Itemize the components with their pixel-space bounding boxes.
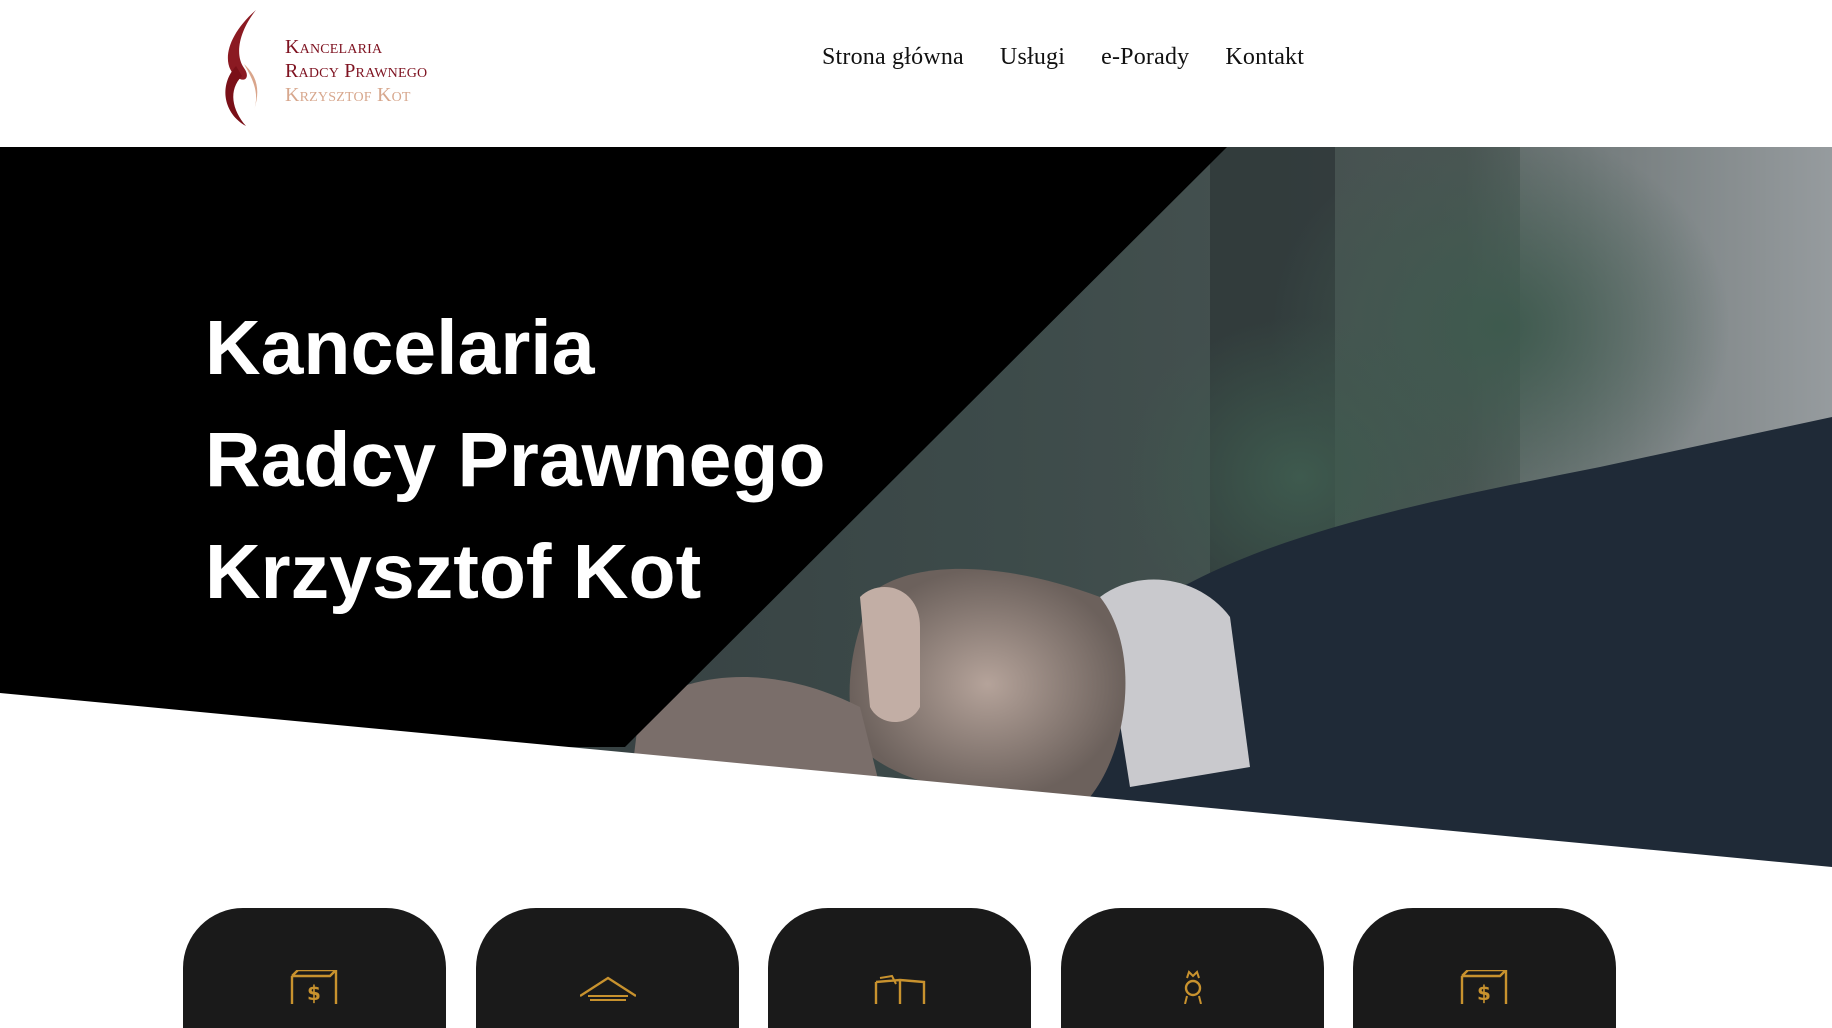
site-header: Kancelaria Radcy Prawnego Krzysztof Kot …	[0, 0, 1832, 147]
logo-line-2: Radcy Prawnego	[285, 60, 428, 82]
service-cards: $ $	[183, 908, 1617, 1028]
nav-item-home[interactable]: Strona główna	[822, 44, 964, 71]
hero-title-line-1: Kancelaria	[205, 305, 595, 391]
svg-text:$: $	[307, 981, 321, 1004]
nav-item-services[interactable]: Usługi	[1000, 44, 1065, 71]
nav-item-contact[interactable]: Kontakt	[1225, 44, 1304, 71]
service-card[interactable]: $	[183, 908, 446, 1028]
logo-link[interactable]: Kancelaria Radcy Prawnego Krzysztof Kot	[216, 6, 472, 130]
service-card[interactable]	[476, 908, 739, 1028]
service-card[interactable]	[768, 908, 1031, 1028]
hero-section: Kancelaria Radcy Prawnego Krzysztof Kot	[0, 147, 1832, 867]
hero-title: Kancelaria Radcy Prawnego Krzysztof Kot	[205, 292, 825, 628]
svg-text:$: $	[1477, 981, 1491, 1004]
service-card[interactable]	[1061, 908, 1324, 1028]
logo-text: Kancelaria Radcy Prawnego Krzysztof Kot	[285, 35, 427, 107]
nav-item-e-advice[interactable]: e-Porady	[1101, 44, 1189, 71]
main-nav: Strona główna Usługi e-Porady Kontakt	[822, 44, 1304, 71]
logo-line-1: Kancelaria	[285, 36, 383, 58]
logo-mark-icon	[225, 10, 258, 126]
service-card[interactable]: $	[1353, 908, 1616, 1028]
hero-title-line-2: Radcy Prawnego	[205, 417, 826, 503]
hero-title-line-3: Krzysztof Kot	[205, 529, 702, 615]
logo-line-3: Krzysztof Kot	[285, 84, 411, 106]
